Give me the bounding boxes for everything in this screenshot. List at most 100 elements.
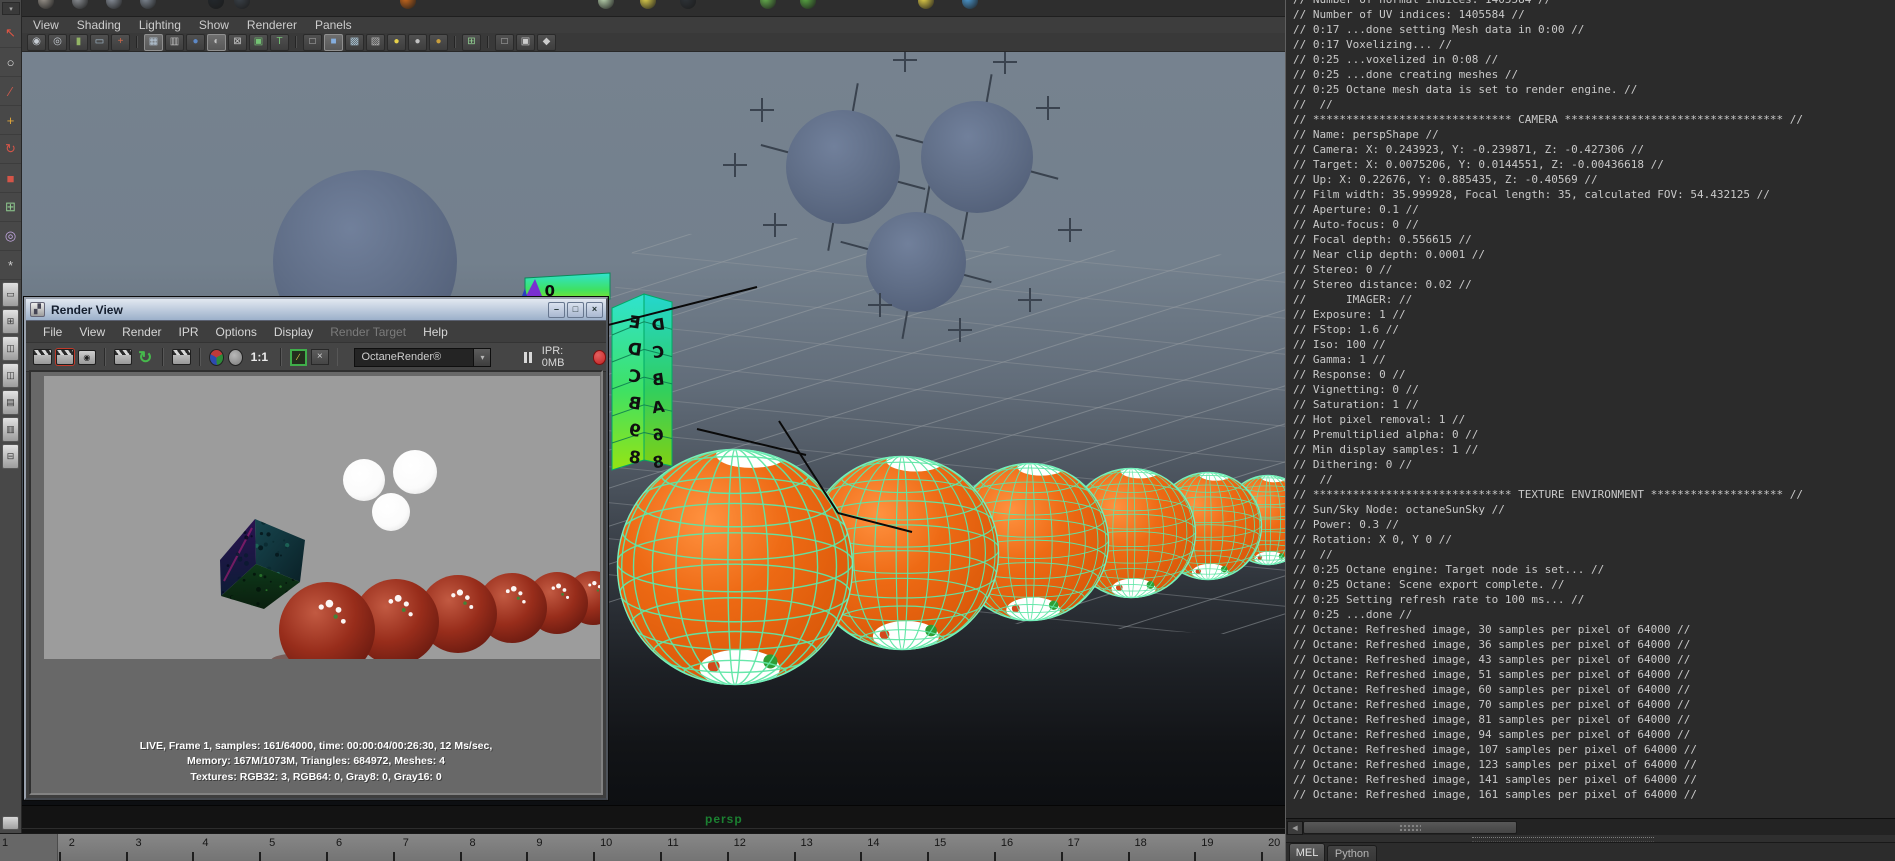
shelf-item-icon[interactable] <box>400 0 416 9</box>
persp-multi-layout-button[interactable]: ⊟ <box>2 444 19 469</box>
minimize-button-icon[interactable]: – <box>548 301 565 318</box>
bookmark-icon[interactable]: ▮ <box>69 33 88 51</box>
rail-end-button[interactable] <box>2 816 19 830</box>
select-object-icon[interactable]: ⊞ <box>462 33 481 51</box>
grid-icon[interactable]: ▦ <box>144 33 163 51</box>
pause-ipr-icon[interactable] <box>523 351 532 363</box>
shelf-strip[interactable] <box>22 0 1285 17</box>
render-view-menu-display[interactable]: Display <box>274 325 313 339</box>
four-pane-layout-button[interactable]: ⊞ <box>2 309 19 334</box>
refresh-ipr-region-icon[interactable]: ↻ <box>138 349 152 366</box>
orange-sphere-row[interactable] <box>616 442 1285 687</box>
render-view-menu-ipr[interactable]: IPR <box>179 325 199 339</box>
orange-sphere[interactable] <box>616 442 854 687</box>
render-frame-icon[interactable] <box>33 349 52 365</box>
xray-icon[interactable]: ▣ <box>516 33 535 51</box>
display-rgb-channels-icon[interactable] <box>208 348 224 366</box>
ipr-render-icon[interactable] <box>113 349 133 365</box>
scroll-left-arrow-icon[interactable]: ◀ <box>1287 821 1303 835</box>
keep-image-icon[interactable]: ∕ <box>289 348 307 366</box>
render-view-menu-help[interactable]: Help <box>423 325 448 339</box>
shelf-item-icon[interactable] <box>962 0 978 9</box>
shelf-item-icon[interactable] <box>680 0 696 9</box>
lasso-tool-icon[interactable]: ○ <box>0 48 21 77</box>
shelf-item-icon[interactable] <box>800 0 816 9</box>
safe-title-icon[interactable]: T <box>270 33 289 51</box>
display-alpha-channel-icon[interactable] <box>227 348 243 366</box>
paint-select-tool-icon[interactable]: ∕ <box>0 77 21 106</box>
toolbox-tab-icon[interactable]: ▾ <box>2 2 20 15</box>
shelf-item-icon[interactable] <box>234 0 250 9</box>
select-tool-icon[interactable]: ↖ <box>0 19 21 48</box>
close-button-icon[interactable]: × <box>586 301 603 318</box>
panel-splitter[interactable] <box>1286 835 1895 842</box>
shelf-item-icon[interactable] <box>106 0 122 9</box>
hypershade-persp-layout-button[interactable]: ▤ <box>2 390 19 415</box>
renderer-select[interactable]: OctaneRender® ▾ <box>354 347 492 367</box>
shelf-item-icon[interactable] <box>38 0 54 9</box>
shelf-item-icon[interactable] <box>208 0 224 9</box>
viewport-menu-view[interactable]: View <box>33 18 59 32</box>
lights-none-icon[interactable]: ● <box>429 33 448 51</box>
render-view-titlebar[interactable]: ▞ Render View – □ × <box>26 299 606 321</box>
shelf-item-icon[interactable] <box>140 0 156 9</box>
rotate-tool-icon[interactable]: ↻ <box>0 135 21 164</box>
image-plane-icon[interactable]: ▭ <box>90 33 109 51</box>
plugin-display-icon[interactable]: ◆ <box>537 33 556 51</box>
render-sequence-icon[interactable] <box>172 349 191 365</box>
render-view-menu-options[interactable]: Options <box>216 325 257 339</box>
render-region-icon[interactable] <box>55 349 75 365</box>
lights-all-icon[interactable]: ● <box>387 33 406 51</box>
film-gate-icon[interactable]: ▥ <box>165 33 184 51</box>
persp-uv-layout-button[interactable]: ▥ <box>2 417 19 442</box>
render-view-canvas[interactable]: LIVE, Frame 1, samples: 161/64000, time:… <box>29 370 603 795</box>
viewport-menu-show[interactable]: Show <box>199 18 229 32</box>
show-manipulator-tool-icon[interactable]: * <box>0 251 21 280</box>
safe-action-icon[interactable]: ▣ <box>249 33 268 51</box>
camera-track-icon[interactable]: + <box>111 33 130 51</box>
persp-graph-layout-button[interactable]: ◫ <box>2 363 19 388</box>
tab-python[interactable]: Python <box>1327 845 1377 861</box>
resolution-gate-icon[interactable]: ● <box>186 33 205 51</box>
scale-tool-icon[interactable]: ■ <box>0 164 21 193</box>
viewport-menu-renderer[interactable]: Renderer <box>247 18 297 32</box>
scrollbar-thumb[interactable] <box>1303 821 1517 834</box>
viewport-menu-shading[interactable]: Shading <box>77 18 121 32</box>
remove-image-icon[interactable]: × <box>310 349 329 365</box>
time-slider[interactable]: 1 2 3 4 5 6 7 8 9 10 11 12 13 14 15 16 17 18 19 20 <box>0 833 1285 861</box>
shelf-item-icon[interactable] <box>598 0 614 9</box>
universal-manipulator-icon[interactable]: ⊞ <box>0 193 21 222</box>
shelf-item-icon[interactable] <box>918 0 934 9</box>
textured-icon[interactable]: ▩ <box>345 33 364 51</box>
wireframe-icon[interactable]: □ <box>303 33 322 51</box>
horizontal-scrollbar[interactable]: ◀ <box>1286 818 1895 835</box>
ipr-record-icon[interactable] <box>592 349 607 365</box>
smooth-shade-icon[interactable]: ■ <box>324 33 343 51</box>
snapshot-icon[interactable]: ◉ <box>78 349 96 365</box>
maximize-button-icon[interactable]: □ <box>567 301 584 318</box>
render-view-menu-view[interactable]: View <box>79 325 105 339</box>
current-frame-indicator[interactable] <box>0 834 58 861</box>
render-view-menu-render[interactable]: Render <box>122 325 161 339</box>
lights-default-icon[interactable]: ● <box>408 33 427 51</box>
viewport-menu-lighting[interactable]: Lighting <box>139 18 181 32</box>
camera-attributes-icon[interactable]: ◎ <box>48 33 67 51</box>
gate-mask-icon[interactable]: ◐ <box>207 33 226 51</box>
tab-mel[interactable]: MEL <box>1289 843 1325 861</box>
isolate-select-icon[interactable]: □ <box>495 33 514 51</box>
shelf-item-icon[interactable] <box>640 0 656 9</box>
chevron-down-icon[interactable]: ▾ <box>474 347 492 367</box>
viewport-menu-panels[interactable]: Panels <box>315 18 352 32</box>
soft-modification-tool-icon[interactable]: ◎ <box>0 222 21 251</box>
single-pane-layout-button[interactable]: ▭ <box>2 282 19 307</box>
shelf-item-icon[interactable] <box>760 0 776 9</box>
render-view-menu-file[interactable]: File <box>43 325 62 339</box>
select-camera-icon[interactable]: ◉ <box>27 33 46 51</box>
persp-outliner-layout-button[interactable]: ◫ <box>2 336 19 361</box>
render-view-window[interactable]: ▞ Render View – □ × File View Render IPR Optio… <box>23 296 609 801</box>
field-chart-icon[interactable]: ⊠ <box>228 33 247 51</box>
renderer-select-value[interactable]: OctaneRender® <box>354 347 475 367</box>
use-default-material-icon[interactable]: ▨ <box>366 33 385 51</box>
script-output[interactable]: // Number of normal indices: 1405584 ///… <box>1286 0 1895 818</box>
shelf-item-icon[interactable] <box>72 0 88 9</box>
